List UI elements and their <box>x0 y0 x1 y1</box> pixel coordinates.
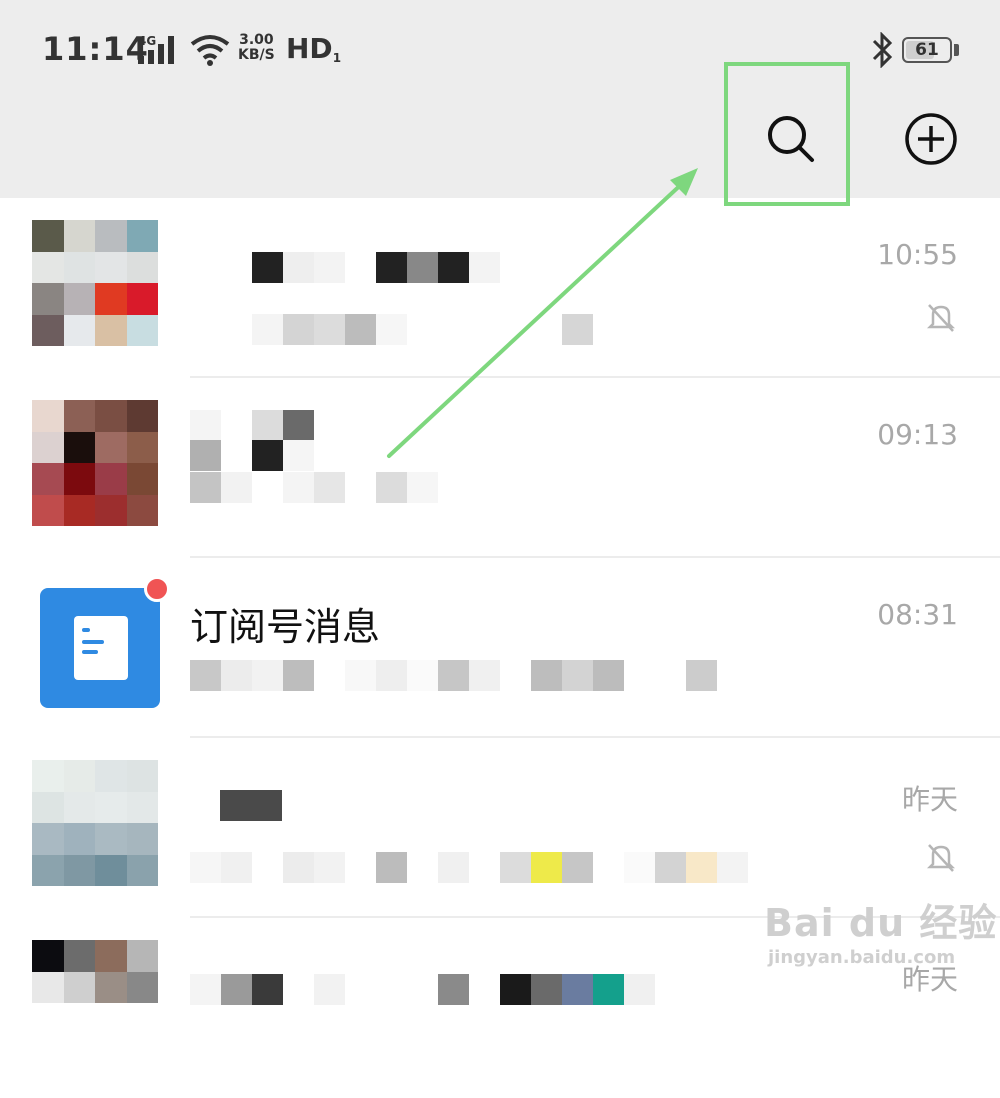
tutorial-arrow <box>387 168 698 458</box>
watermark-main: Bai du 经验 <box>764 901 998 945</box>
baidu-watermark: Bai du 经验 jingyan.baidu.com <box>764 892 997 968</box>
watermark-sub: jingyan.baidu.com <box>768 947 956 968</box>
